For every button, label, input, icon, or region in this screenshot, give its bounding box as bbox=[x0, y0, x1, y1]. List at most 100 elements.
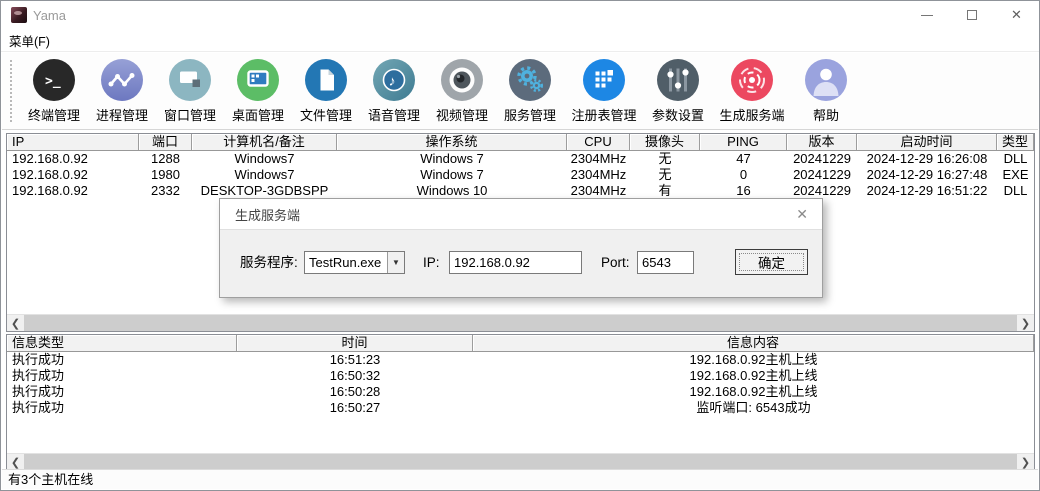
col-header-info-content[interactable]: 信息内容 bbox=[473, 335, 1034, 351]
col-header-start-time[interactable]: 启动时间 bbox=[857, 134, 997, 150]
col-header-info-type[interactable]: 信息类型 bbox=[7, 335, 237, 351]
port-field[interactable] bbox=[637, 251, 694, 274]
cell-camera: 无 bbox=[630, 151, 700, 167]
port-label: Port: bbox=[601, 251, 630, 274]
dialog-title: 生成服务端 bbox=[235, 205, 300, 224]
col-header-version[interactable]: 版本 bbox=[787, 134, 857, 150]
cell-os: Windows 10 bbox=[337, 183, 567, 199]
cell-cpu: 2304MHz bbox=[567, 183, 630, 199]
toolbar-label: 窗口管理 bbox=[164, 105, 216, 124]
app-window: Yama ✕ 菜单(F) >_ 终端管理 bbox=[0, 0, 1040, 491]
col-header-os[interactable]: 操作系统 bbox=[337, 134, 567, 150]
window-title: Yama bbox=[33, 8, 66, 23]
cell-time: 16:50:27 bbox=[237, 400, 473, 416]
toolbar-label: 进程管理 bbox=[96, 105, 148, 124]
toolbar-item-process[interactable]: 进程管理 bbox=[94, 58, 150, 124]
toolbar-item-generate-server[interactable]: 生成服务端 bbox=[718, 58, 786, 124]
window-icon bbox=[168, 58, 212, 102]
cell-camera: 无 bbox=[630, 167, 700, 183]
svg-text:♪: ♪ bbox=[389, 73, 396, 89]
maximize-button[interactable] bbox=[949, 1, 994, 29]
toolbar-label: 帮助 bbox=[813, 105, 839, 124]
col-header-ip[interactable]: IP bbox=[7, 134, 139, 150]
dialog-titlebar: 生成服务端 ✕ bbox=[220, 199, 822, 230]
toolbar-label: 注册表管理 bbox=[571, 105, 636, 124]
host-row[interactable]: 192.168.0.92 1980 Windows7 Windows 7 230… bbox=[7, 167, 1034, 183]
host-row[interactable]: 192.168.0.92 2332 DESKTOP-3GDBSPP Window… bbox=[7, 183, 1034, 199]
cell-start-time: 2024-12-29 16:26:08 bbox=[857, 151, 997, 167]
scroll-left-icon[interactable]: ❮ bbox=[7, 315, 24, 331]
cell-version: 20241229 bbox=[787, 151, 857, 167]
ip-label: IP: bbox=[423, 251, 440, 274]
cell-time: 16:50:28 bbox=[237, 384, 473, 400]
voice-icon: ♪ bbox=[372, 58, 416, 102]
video-icon bbox=[440, 58, 484, 102]
scroll-left-icon[interactable]: ❮ bbox=[7, 454, 24, 470]
cell-start-time: 2024-12-29 16:27:48 bbox=[857, 167, 997, 183]
toolbar-label: 视频管理 bbox=[436, 105, 488, 124]
ok-button[interactable]: 确定 bbox=[735, 249, 808, 275]
cell-type: EXE bbox=[997, 167, 1034, 183]
cell-type: DLL bbox=[997, 183, 1034, 199]
toolbar-item-voice[interactable]: ♪ 语音管理 bbox=[366, 58, 422, 124]
ip-field[interactable] bbox=[449, 251, 582, 274]
col-header-camera[interactable]: 摄像头 bbox=[630, 134, 700, 150]
toolbar-item-help[interactable]: 帮助 bbox=[798, 58, 854, 124]
cell-ping: 47 bbox=[700, 151, 787, 167]
scroll-right-icon[interactable]: ❯ bbox=[1017, 315, 1034, 331]
log-row[interactable]: 执行成功 16:51:23 192.168.0.92主机上线 bbox=[7, 352, 1034, 368]
col-header-cpu[interactable]: CPU bbox=[567, 134, 630, 150]
menu-item-file[interactable]: 菜单(F) bbox=[1, 31, 58, 50]
toolbar-item-video[interactable]: 视频管理 bbox=[434, 58, 490, 124]
toolbar-gripper[interactable] bbox=[10, 60, 14, 122]
scrollbar-thumb[interactable] bbox=[24, 315, 1017, 331]
cell-ip: 192.168.0.92 bbox=[7, 151, 139, 167]
chevron-down-icon[interactable]: ▼ bbox=[387, 252, 404, 273]
scroll-right-icon[interactable]: ❯ bbox=[1017, 454, 1034, 470]
toolbar-item-desktop[interactable]: 桌面管理 bbox=[230, 58, 286, 124]
process-icon bbox=[100, 58, 144, 102]
col-header-computer-name[interactable]: 计算机名/备注 bbox=[192, 134, 337, 150]
cell-computer-name: DESKTOP-3GDBSPP bbox=[192, 183, 337, 199]
cell-info-type: 执行成功 bbox=[7, 352, 237, 368]
toolbar-item-file[interactable]: 文件管理 bbox=[298, 58, 354, 124]
host-list-hscrollbar[interactable]: ❮ ❯ bbox=[7, 314, 1034, 331]
generate-server-dialog: 生成服务端 ✕ 服务程序: TestRun.exe ▼ IP: Port: 确定 bbox=[219, 198, 823, 298]
col-header-ping[interactable]: PING bbox=[700, 134, 787, 150]
toolbar-item-params[interactable]: 参数设置 bbox=[650, 58, 706, 124]
cell-info-content: 192.168.0.92主机上线 bbox=[473, 352, 1034, 368]
menubar: 菜单(F) bbox=[1, 29, 1039, 52]
cell-time: 16:50:32 bbox=[237, 368, 473, 384]
col-header-time[interactable]: 时间 bbox=[237, 335, 473, 351]
toolbar-item-terminal[interactable]: >_ 终端管理 bbox=[26, 58, 82, 124]
col-header-type[interactable]: 类型 bbox=[997, 134, 1034, 150]
log-row[interactable]: 执行成功 16:50:28 192.168.0.92主机上线 bbox=[7, 384, 1034, 400]
log-row[interactable]: 执行成功 16:50:32 192.168.0.92主机上线 bbox=[7, 368, 1034, 384]
cell-os: Windows 7 bbox=[337, 167, 567, 183]
log-row[interactable]: 执行成功 16:50:27 监听端口: 6543成功 bbox=[7, 400, 1034, 416]
toolbar-item-registry[interactable]: 注册表管理 bbox=[570, 58, 638, 124]
program-select[interactable]: TestRun.exe ▼ bbox=[304, 251, 405, 274]
window-controls: ✕ bbox=[904, 1, 1039, 29]
host-row[interactable]: 192.168.0.92 1288 Windows7 Windows 7 230… bbox=[7, 151, 1034, 167]
dialog-close-icon[interactable]: ✕ bbox=[796, 206, 808, 223]
app-icon[interactable] bbox=[11, 7, 27, 23]
log-list-hscrollbar[interactable]: ❮ ❯ bbox=[7, 453, 1034, 470]
cell-info-content: 192.168.0.92主机上线 bbox=[473, 384, 1034, 400]
minimize-button[interactable] bbox=[904, 1, 949, 29]
cell-version: 20241229 bbox=[787, 183, 857, 199]
status-text: 有3个主机在线 bbox=[8, 472, 93, 487]
cell-info-type: 执行成功 bbox=[7, 368, 237, 384]
toolbar-item-service[interactable]: 服务管理 bbox=[502, 58, 558, 124]
col-header-port[interactable]: 端口 bbox=[139, 134, 192, 150]
cell-time: 16:51:23 bbox=[237, 352, 473, 368]
registry-icon bbox=[582, 58, 626, 102]
generate-server-icon bbox=[730, 58, 774, 102]
titlebar: Yama ✕ bbox=[1, 1, 1039, 29]
params-icon bbox=[656, 58, 700, 102]
close-button[interactable]: ✕ bbox=[994, 1, 1039, 29]
cell-port: 2332 bbox=[139, 183, 192, 199]
scrollbar-thumb[interactable] bbox=[24, 454, 1017, 470]
terminal-icon: >_ bbox=[32, 58, 76, 102]
toolbar-item-window[interactable]: 窗口管理 bbox=[162, 58, 218, 124]
